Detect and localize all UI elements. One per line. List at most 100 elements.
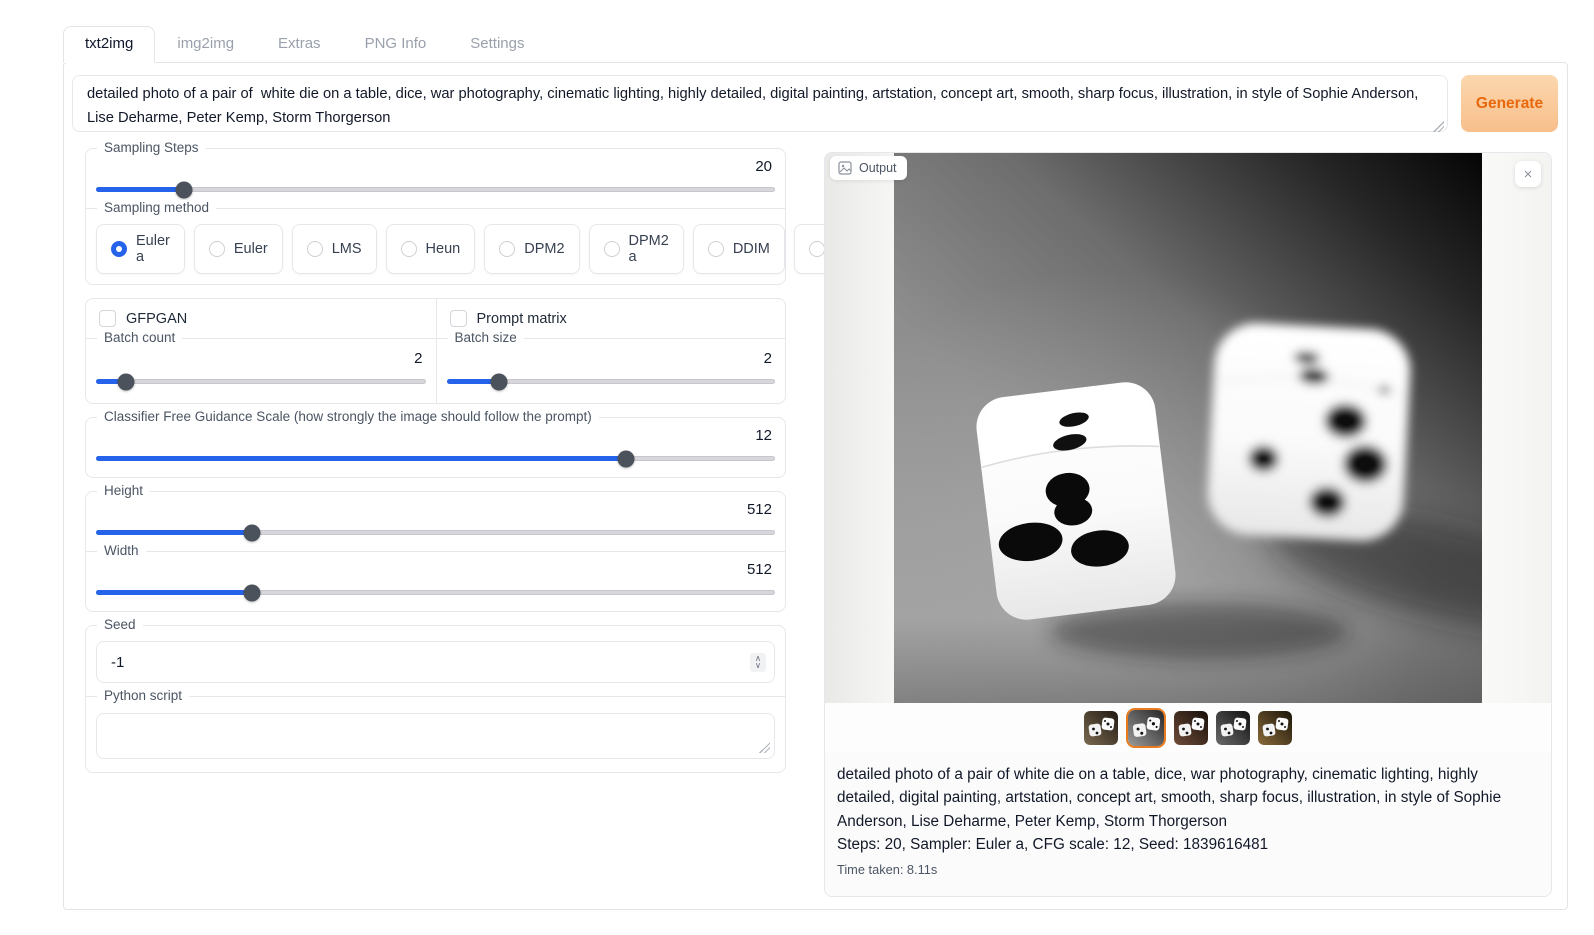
caption-block: detailed photo of a pair of white die on… (825, 752, 1551, 877)
right-die (1206, 321, 1413, 543)
cfg-value: 12 (96, 427, 772, 445)
resize-handle-icon[interactable] (1433, 121, 1444, 132)
main-row: Sampling Steps 20 Sampling method Euler … (72, 148, 1567, 897)
radio-circle-icon (708, 241, 724, 257)
prompt-matrix-checkbox[interactable] (450, 310, 467, 327)
sampling-group: Sampling Steps 20 Sampling method Euler … (85, 148, 786, 285)
generated-image[interactable] (894, 153, 1482, 703)
radio-circle-icon (604, 241, 620, 257)
output-panel: Output × (824, 152, 1552, 897)
settings-column: Sampling Steps 20 Sampling method Euler … (72, 148, 786, 786)
generate-button[interactable]: Generate (1461, 75, 1558, 132)
slider-thumb[interactable] (617, 450, 634, 467)
gfpgan-checkbox[interactable] (99, 310, 116, 327)
close-button[interactable]: × (1515, 161, 1541, 187)
cfg-group: Classifier Free Guidance Scale (how stro… (85, 417, 786, 478)
slider-track[interactable] (96, 187, 775, 192)
cfg-slider[interactable] (96, 450, 775, 467)
time-taken: Time taken: 8.11s (837, 862, 1539, 877)
batch-count-slider[interactable] (96, 373, 426, 390)
batch-count-label: Batch count (97, 330, 182, 345)
output-tag: Output (830, 156, 907, 180)
width-label: Width (97, 543, 146, 558)
seed-input[interactable] (97, 654, 750, 671)
slider-thumb[interactable] (117, 373, 134, 390)
prompt-input[interactable]: detailed photo of a pair of white die on… (72, 75, 1448, 132)
seed-field: ∧ ∨ (96, 641, 775, 683)
slider-thumb[interactable] (491, 373, 508, 390)
slider-fill (96, 187, 184, 192)
sampling-steps-label: Sampling Steps (97, 140, 206, 155)
output-label: Output (859, 161, 897, 175)
radio-circle-icon (499, 241, 515, 257)
prompt-matrix-label: Prompt matrix (477, 311, 567, 327)
slider-fill (96, 456, 626, 461)
thumbnail-2[interactable] (1126, 708, 1166, 748)
slider-fill (96, 530, 252, 535)
slider-thumb[interactable] (244, 524, 261, 541)
radio-label: Euler a (136, 233, 170, 265)
radio-dpm2-a[interactable]: DPM2 a (589, 224, 684, 274)
seed-script-group: Seed ∧ ∨ Python script (85, 625, 786, 773)
seed-label: Seed (97, 617, 143, 632)
height-slider[interactable] (96, 524, 775, 541)
radio-circle-icon (307, 241, 323, 257)
prompt-wrap: detailed photo of a pair of white die on… (72, 75, 1448, 137)
gfpgan-label: GFPGAN (126, 311, 187, 327)
slider-track[interactable] (96, 379, 426, 384)
radio-heun[interactable]: Heun (386, 224, 476, 274)
tab-settings[interactable]: Settings (448, 26, 546, 62)
sampling-method-label: Sampling method (97, 200, 216, 215)
batch-group: GFPGAN Prompt matrix Batch count 2 (85, 298, 786, 404)
radio-label: DPM2 a (629, 233, 669, 265)
radio-circle-icon (809, 241, 825, 257)
thumbnail-4[interactable] (1216, 711, 1250, 745)
width-slider[interactable] (96, 584, 775, 601)
tab-bar: txt2imgimg2imgExtrasPNG InfoSettings (63, 26, 1568, 62)
slider-thumb[interactable] (176, 181, 193, 198)
output-column: Output × (824, 148, 1552, 897)
thumbnail-strip (825, 703, 1551, 752)
radio-euler-a[interactable]: Euler a (96, 224, 185, 274)
stepper-down-icon[interactable]: ∨ (755, 662, 761, 670)
slider-fill (96, 590, 252, 595)
radio-euler[interactable]: Euler (194, 224, 283, 274)
tab-txt2img[interactable]: txt2img (63, 26, 155, 63)
sampling-steps-value: 20 (96, 158, 772, 176)
thumbnail-3[interactable] (1174, 711, 1208, 745)
sampling-method-section: Sampling method Euler aEulerLMSHeunDPM2D… (86, 208, 785, 284)
cfg-section: Classifier Free Guidance Scale (how stro… (86, 418, 785, 477)
seed-section: Seed ∧ ∨ (86, 626, 785, 696)
radio-ddim[interactable]: DDIM (693, 224, 785, 274)
batch-count-section: Batch count 2 (86, 338, 436, 403)
thumbnail-5[interactable] (1258, 711, 1292, 745)
prompt-row: detailed photo of a pair of white die on… (72, 75, 1567, 137)
tab-extras[interactable]: Extras (256, 26, 343, 62)
slider-thumb[interactable] (244, 584, 261, 601)
radio-label: Heun (426, 241, 461, 257)
python-script-section: Python script (86, 696, 785, 772)
resize-handle-icon[interactable] (759, 742, 770, 753)
height-value: 512 (96, 501, 772, 519)
tab-img2img[interactable]: img2img (155, 26, 256, 62)
radio-label: Euler (234, 241, 268, 257)
python-script-label: Python script (97, 688, 189, 703)
batch-count-value: 2 (96, 350, 423, 368)
width-value: 512 (96, 561, 772, 579)
thumbnail-1[interactable] (1084, 711, 1118, 745)
batch-size-label: Batch size (448, 330, 524, 345)
webui-app: txt2imgimg2imgExtrasPNG InfoSettings det… (63, 26, 1568, 910)
radio-lms[interactable]: LMS (292, 224, 377, 274)
sampling-steps-slider[interactable] (96, 181, 775, 198)
image-caption: detailed photo of a pair of white die on… (837, 763, 1539, 833)
radio-circle-icon (111, 241, 127, 257)
height-label: Height (97, 483, 150, 498)
tab-png-info[interactable]: PNG Info (343, 26, 449, 62)
radio-circle-icon (209, 241, 225, 257)
left-die (973, 379, 1179, 623)
preview-area (825, 153, 1551, 703)
seed-stepper[interactable]: ∧ ∨ (750, 653, 766, 672)
python-script-input[interactable] (96, 713, 775, 759)
batch-size-slider[interactable] (447, 373, 776, 390)
radio-dpm2[interactable]: DPM2 (484, 224, 579, 274)
